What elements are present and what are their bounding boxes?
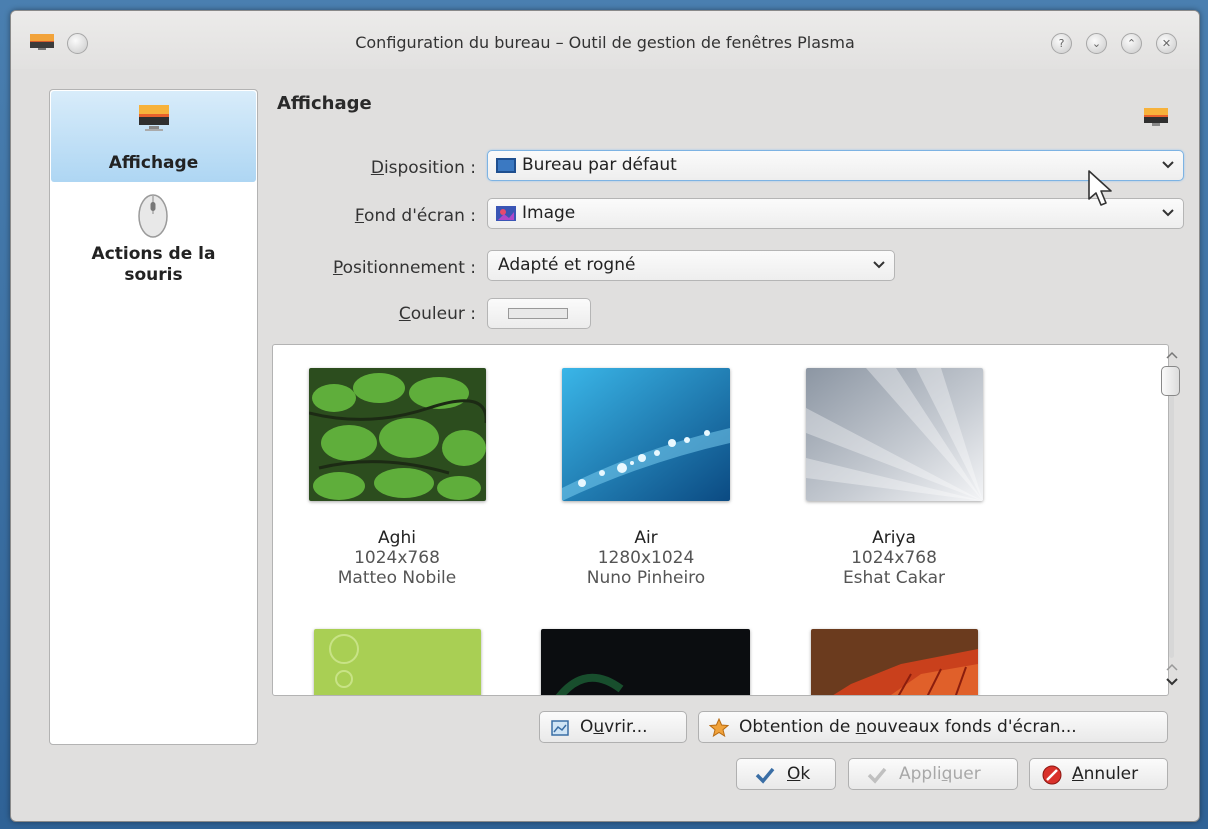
- wallpaper-caption: Aghi 1024x768 Matteo Nobile: [337, 528, 457, 588]
- desktop-icon: [496, 158, 516, 173]
- wallpaper-thumbnail-ariya[interactable]: [806, 368, 983, 501]
- minimize-button[interactable]: ⌄: [1086, 33, 1107, 54]
- window-title: Configuration du bureau – Outil de gesti…: [355, 33, 855, 52]
- chevron-down-icon: [1162, 161, 1174, 169]
- checkmark-icon: [755, 767, 775, 784]
- help-button[interactable]: ?: [1051, 33, 1072, 54]
- mouse-cursor-icon: [1088, 170, 1112, 206]
- page-title: Affichage: [277, 93, 372, 114]
- ok-button[interactable]: Ok: [736, 758, 836, 790]
- sidebar-item-mouse-actions[interactable]: Actions de la souris: [51, 186, 256, 316]
- aurora-preview: [541, 629, 750, 695]
- checkmark-icon: [867, 767, 887, 784]
- scrollbar-thumb[interactable]: [1161, 366, 1180, 396]
- display-icon: [1144, 108, 1168, 126]
- color-label: Couleur :: [398, 304, 476, 324]
- wallpaper-caption: Ariya 1024x768 Eshat Cakar: [842, 528, 946, 588]
- autumn-preview: [811, 629, 978, 695]
- ariya-preview: [806, 368, 983, 501]
- positioning-label: Positionnement :: [332, 258, 476, 278]
- chevron-down-icon: [873, 261, 885, 269]
- wallpaper-gallery[interactable]: Aghi 1024x768 Matteo Nobile Air 1280x102…: [272, 344, 1169, 696]
- maximize-button[interactable]: ⌃: [1121, 33, 1142, 54]
- open-file-icon: [551, 720, 569, 736]
- wallpaper-thumbnail[interactable]: [541, 629, 750, 695]
- scroll-up-icon[interactable]: [1165, 662, 1179, 672]
- wallpaper-thumbnail[interactable]: [314, 629, 481, 695]
- mouse-icon: [138, 194, 168, 238]
- air-preview: [562, 368, 730, 501]
- gallery-scrollbar[interactable]: [1161, 344, 1185, 696]
- cancel-button[interactable]: Annuler: [1029, 758, 1168, 790]
- aghi-preview: [309, 368, 486, 501]
- star-icon: [709, 718, 729, 738]
- open-button[interactable]: Ouvrir...: [539, 711, 687, 743]
- wallpaper-caption: Air 1280x1024 Nuno Pinheiro: [586, 528, 706, 588]
- display-icon: [139, 105, 169, 131]
- color-picker-button[interactable]: [487, 298, 591, 329]
- scroll-down-icon[interactable]: [1165, 677, 1179, 687]
- sidebar-item-label: Affichage: [108, 153, 199, 173]
- image-icon: [496, 206, 516, 221]
- config-window: Configuration du bureau – Outil de gesti…: [10, 10, 1200, 822]
- disposition-select[interactable]: Bureau par défaut: [487, 150, 1184, 181]
- title-bar[interactable]: Configuration du bureau – Outil de gesti…: [11, 11, 1199, 69]
- disposition-label: Disposition :: [370, 158, 476, 178]
- wallpaper-thumbnail-air[interactable]: [562, 368, 730, 501]
- wallpaper-type-select[interactable]: Image: [487, 198, 1184, 229]
- scrollbar-track[interactable]: [1169, 366, 1174, 658]
- positioning-select[interactable]: Adapté et rogné: [487, 250, 895, 281]
- wallpaper-label: Fond d'écran :: [354, 206, 476, 226]
- color-swatch: [508, 308, 568, 319]
- cancel-icon: [1042, 765, 1062, 785]
- wallpaper-thumbnail-aghi[interactable]: [309, 368, 486, 501]
- green-preview: [314, 629, 481, 695]
- scroll-up-icon[interactable]: [1165, 350, 1179, 360]
- sidebar-item-display[interactable]: Affichage: [51, 91, 256, 182]
- apply-button[interactable]: Appliquer: [848, 758, 1018, 790]
- wallpaper-thumbnail[interactable]: [811, 629, 978, 695]
- close-button[interactable]: ✕: [1156, 33, 1177, 54]
- chevron-down-icon: [1162, 209, 1174, 217]
- get-new-wallpapers-button[interactable]: Obtention de nouveaux fonds d'écran...: [698, 711, 1168, 743]
- sidebar: Affichage Actions de la souris: [49, 89, 258, 745]
- sidebar-item-label: Actions de la souris: [91, 244, 216, 285]
